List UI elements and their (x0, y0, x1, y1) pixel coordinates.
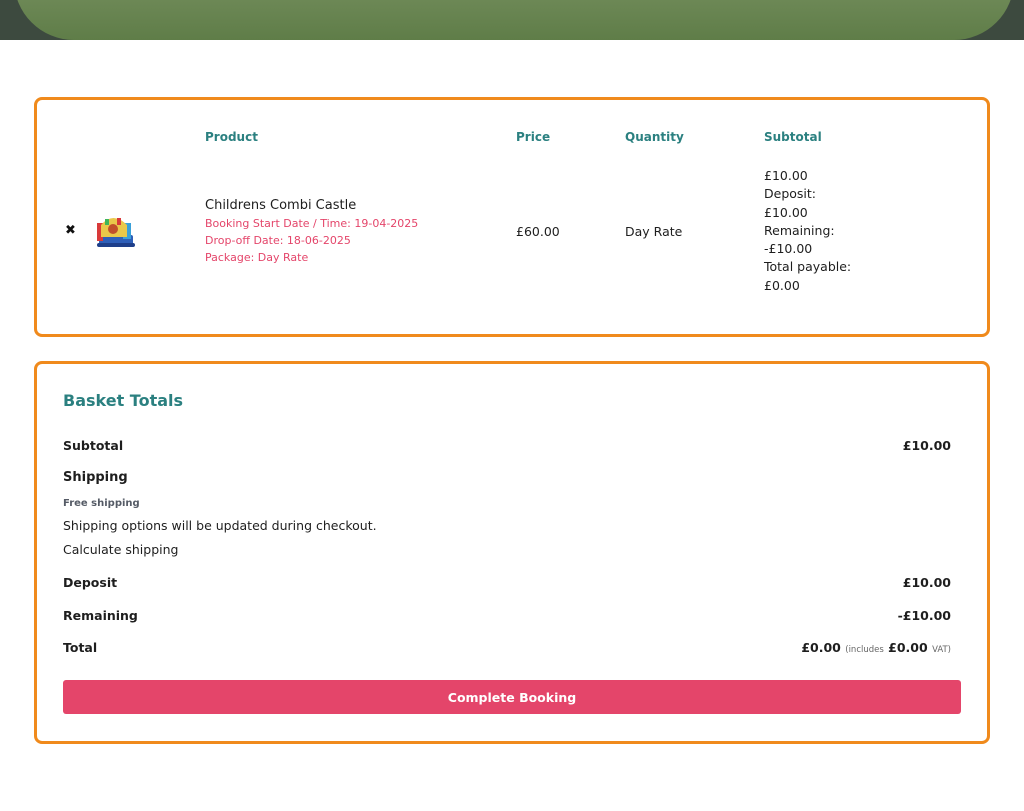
total-label: Total (63, 640, 98, 655)
header-subtotal: Subtotal (764, 130, 822, 144)
hero-image (14, 0, 1014, 40)
subtotal-line: £10.00 (764, 168, 808, 183)
cart-table: Product Price Quantity Subtotal ✖ Childr… (34, 97, 990, 337)
product-name-link[interactable]: Childrens Combi Castle (205, 198, 356, 213)
item-subtotal: £10.00 Deposit: £10.00 Remaining: -£10.0… (764, 167, 851, 295)
subtotal-line: £10.00 (764, 204, 808, 220)
header-product: Product (205, 130, 258, 144)
subtotal-value: £10.00 (902, 438, 951, 453)
shipping-note: Shipping options will be updated during … (63, 518, 377, 533)
remaining-label: Remaining (63, 608, 138, 623)
subtotal-line: Deposit: (764, 186, 816, 202)
deposit-label: Deposit (63, 575, 118, 590)
header-quantity: Quantity (625, 130, 684, 144)
subtotal-line: Remaining: (764, 222, 835, 238)
subtotal-line: £0.00 (764, 277, 800, 293)
calculate-shipping-link[interactable]: Calculate shipping (63, 542, 178, 557)
subtotal-line: Total payable: (764, 259, 852, 275)
item-quantity: Day Rate (625, 224, 683, 239)
dropoff-date: Drop-off Date: 18-06-2025 (205, 234, 351, 247)
product-thumbnail[interactable] (93, 213, 137, 249)
total-value: £0.00 (801, 640, 841, 655)
remove-item-icon[interactable]: ✖ (65, 223, 76, 238)
vat-amount: £0.00 (888, 640, 928, 655)
complete-booking-button[interactable]: Complete Booking (63, 680, 961, 714)
subtotal-line: -£10.00 (764, 241, 813, 257)
subtotal-label: Subtotal (63, 438, 124, 453)
item-price: £60.00 (516, 224, 560, 239)
header-price: Price (516, 130, 551, 144)
vat-text: VAT) (932, 645, 951, 655)
basket-totals-title: Basket Totals (63, 391, 184, 410)
hero-banner (0, 0, 1024, 40)
total-value-group: £0.00 (includes £0.00 VAT) (801, 640, 951, 655)
booking-start-date: Booking Start Date / Time: 19-04-2025 (205, 217, 419, 230)
shipping-label: Shipping (63, 470, 128, 485)
basket-totals: Basket Totals Subtotal £10.00 Shipping F… (34, 361, 990, 744)
remaining-value: -£10.00 (897, 608, 951, 623)
includes-text: (includes (845, 645, 884, 655)
package-info: Package: Day Rate (205, 251, 309, 264)
free-shipping-option: Free shipping (63, 498, 140, 509)
deposit-value: £10.00 (902, 575, 951, 590)
